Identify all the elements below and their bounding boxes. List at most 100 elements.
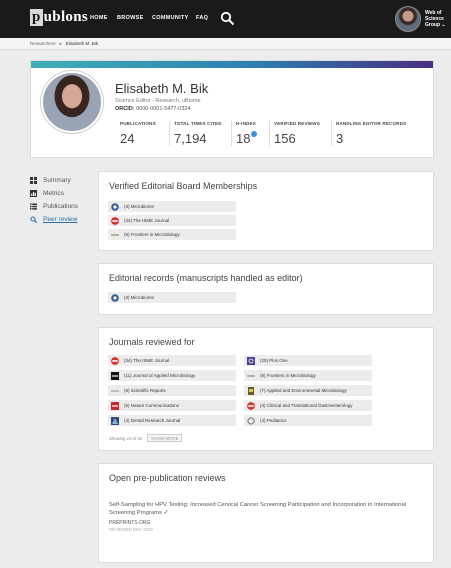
journals-reviewed-card: Journals reviewed for (34) The ISME Jour…: [98, 327, 434, 451]
nav-faq[interactable]: FAQ: [196, 15, 208, 21]
journal-chip[interactable]: (9) Frontiers in Microbiology: [108, 229, 236, 240]
nav-home[interactable]: HOME: [90, 15, 108, 21]
journal-chip[interactable]: (4) Clinical and Translational Gastroent…: [244, 400, 372, 411]
card-title: Journals reviewed for: [109, 337, 195, 347]
journal-chip-label: (5) Nature Communications: [124, 403, 180, 408]
stat-handling-editor-records[interactable]: HANDLING EDITOR RECORDS 3: [331, 121, 406, 146]
editorial-records-card: Editorial records (manuscripts handled a…: [98, 263, 434, 315]
sidebar-item-summary[interactable]: Summary: [30, 174, 78, 187]
sidebar-item-label: Summary: [43, 177, 71, 184]
profile-orcid: ORCID: 0000-0001-5477-0324: [115, 106, 191, 112]
npg-logo-icon: [111, 356, 119, 365]
journal-chip-label: (20) Plos One: [260, 358, 288, 363]
orcid-value[interactable]: 0000-0001-5477-0324: [136, 106, 190, 112]
wiley-logo-icon: [111, 371, 119, 380]
journal-chip[interactable]: (34) The ISME Journal: [108, 355, 236, 366]
asm-journal-logo-icon: [248, 386, 254, 395]
profile-subtitle: Science Editor - Research, uBiome: [115, 98, 201, 104]
journal-chip[interactable]: (8) Scientific Reports: [108, 385, 236, 396]
publons-logo[interactable]: p ublons: [30, 9, 88, 26]
frontiers-logo-icon: [111, 233, 119, 236]
stat-verified-reviews[interactable]: VERIFIED REVIEWS 156: [269, 121, 320, 146]
sidebar-item-publications[interactable]: Publications: [30, 200, 78, 213]
journal-chip-label: (4) Clinical and Translational Gastroent…: [260, 403, 353, 408]
nav-browse[interactable]: BROWSE: [117, 15, 144, 21]
journal-chip[interactable]: (20) Plos One: [244, 355, 372, 366]
stat-label: VERIFIED REVIEWS: [274, 121, 320, 126]
journal-chip-label: (3) Microbiome: [124, 295, 155, 300]
breadcrumb-current: Elisabeth M. Bik: [65, 41, 99, 46]
journal-chip[interactable]: (7) Applied and Environmental Microbiolo…: [244, 385, 372, 396]
show-more-button[interactable]: SHOW MORE: [147, 434, 183, 442]
journal-chip-label: (7) Applied and Environmental Microbiolo…: [260, 388, 347, 393]
search-icon[interactable]: [220, 11, 235, 26]
review-title[interactable]: Self-Sampling for HPV Testing: Increased…: [109, 501, 419, 517]
journal-chip-label: (34) The ISME Journal: [124, 218, 170, 223]
breadcrumb-researchers[interactable]: Researchers: [30, 41, 56, 46]
magnifier-icon: [30, 216, 37, 223]
stat-value: 24: [120, 131, 135, 146]
stat-h-index[interactable]: H-INDEX 18: [231, 121, 258, 146]
web-of-science-menu[interactable]: Web of Science Group ⌄: [425, 10, 446, 28]
stat-label: H-INDEX: [236, 121, 256, 126]
stat-value: 156: [274, 131, 296, 146]
stat-label: HANDLING EDITOR RECORDS: [336, 121, 407, 126]
sidebar-item-peer-review[interactable]: Peer review: [30, 213, 78, 226]
microbiome-logo-icon: [111, 293, 119, 302]
review-title-text: Self-Sampling for HPV Testing: Increased…: [109, 502, 406, 516]
journal-chip-label: (8) Scientific Reports: [124, 388, 166, 393]
sidebar-item-label: Metrics: [43, 190, 64, 197]
journal-chip[interactable]: (3) Microbiome: [108, 292, 236, 303]
sidebar-item-label: Peer review: [43, 216, 78, 223]
bar-chart-icon: [30, 190, 37, 197]
profile-color-bar: [31, 61, 433, 68]
journal-chip-label: (3) Microbiome: [124, 204, 155, 209]
microbiome-logo-icon: [111, 202, 119, 211]
showing-count: Showing 10 of 42: [109, 436, 143, 441]
npg-logo-icon: [247, 401, 255, 410]
sidebar: Summary Metrics Publications Peer review: [30, 174, 78, 226]
grid-icon: [30, 177, 37, 184]
journal-chip[interactable]: (9) Frontiers in Microbiology: [244, 370, 372, 381]
journal-chip[interactable]: (4) Dental Research Journal: [108, 415, 236, 426]
card-title: Editorial records (manuscripts handled a…: [109, 273, 303, 283]
journal-chip[interactable]: (11) Journal of Applied Microbiology: [108, 370, 236, 381]
npg-logo-icon: [111, 216, 119, 225]
breadcrumb: Researchers ▸ Elisabeth M. Bik: [0, 38, 451, 50]
editorial-board-card: Verified Editorial Board Memberships (3)…: [98, 171, 434, 251]
journal-chip[interactable]: (34) The ISME Journal: [108, 215, 236, 226]
stat-label: PUBLICATIONS: [120, 121, 156, 126]
scientific-reports-logo-icon: [111, 389, 119, 392]
stat-value: 7,194: [174, 131, 207, 146]
journal-chip-label: (9) Frontiers in Microbiology: [260, 373, 316, 378]
profile-avatar: [41, 71, 103, 133]
journal-chip[interactable]: (3) Microbiome: [108, 201, 236, 212]
stat-times-cited[interactable]: TOTAL TIMES CITED 7,194: [169, 121, 222, 146]
list-icon: [30, 203, 37, 210]
verified-check-icon: ✓: [163, 510, 169, 516]
profile-name: Elisabeth M. Bik: [115, 81, 209, 96]
stat-value-wrap: 18: [236, 131, 258, 146]
user-avatar[interactable]: [395, 6, 421, 32]
nature-communications-logo-icon: [111, 401, 119, 410]
journal-chip-label: (11) Journal of Applied Microbiology: [124, 373, 196, 378]
journal-chip-label: (4) Pediatrics: [260, 418, 287, 423]
sidebar-item-label: Publications: [43, 203, 79, 210]
info-icon[interactable]: [251, 131, 258, 137]
frontiers-logo-icon: [247, 374, 255, 377]
review-date: REVIEWED MAY 2018: [109, 527, 153, 532]
journal-chip[interactable]: (4) Pediatrics: [244, 415, 372, 426]
journal-chip[interactable]: (5) Nature Communications: [108, 400, 236, 411]
stat-publications[interactable]: PUBLICATIONS 24: [120, 121, 156, 146]
card-title: Open pre-publication reviews: [109, 473, 226, 483]
journal-chip-label: (4) Dental Research Journal: [124, 418, 181, 423]
journal-chip-label: (9) Frontiers in Microbiology: [124, 232, 180, 237]
stat-value: 3: [336, 131, 344, 146]
review-source: PREPRINTS.ORG: [109, 520, 151, 526]
stat-label: TOTAL TIMES CITED: [174, 121, 222, 126]
sidebar-item-metrics[interactable]: Metrics: [30, 187, 78, 200]
card-title: Verified Editorial Board Memberships: [109, 181, 258, 191]
orcid-label: ORCID:: [115, 106, 135, 112]
nav-community[interactable]: COMMUNITY: [152, 15, 189, 21]
dental-research-journal-logo-icon: [111, 416, 119, 425]
